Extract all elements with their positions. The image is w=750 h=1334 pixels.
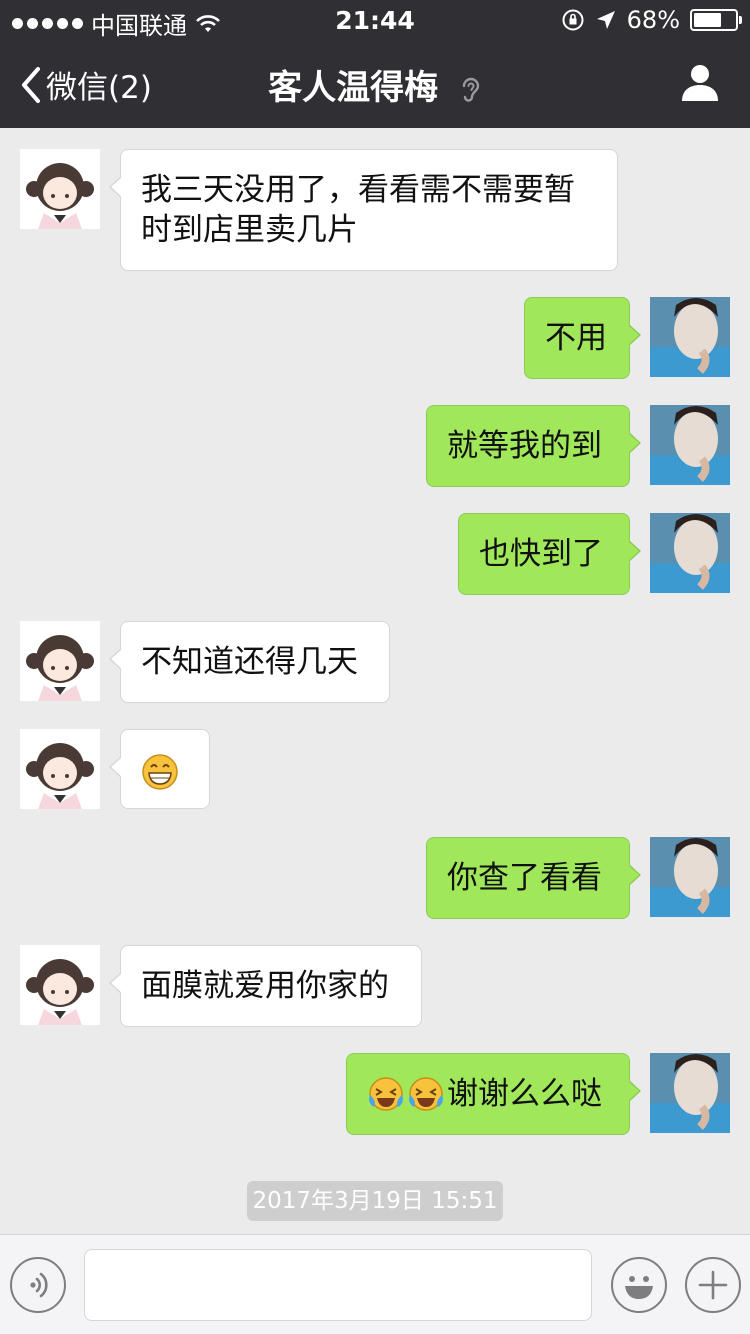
status-bar: 中国联通 21:44 68% <box>0 0 750 40</box>
location-arrow-icon <box>596 11 615 29</box>
contact-avatar[interactable] <box>20 149 100 229</box>
orientation-lock-icon <box>562 9 584 31</box>
message-text: 谢谢么么哒 <box>447 1076 602 1112</box>
plus-icon <box>698 1270 728 1300</box>
message-bubble[interactable]: 面膜就爱用你家的 <box>109 945 422 1027</box>
ear-icon <box>462 77 480 102</box>
more-button[interactable] <box>685 1257 741 1313</box>
message-text: 面膜就爱用你家的 <box>141 968 389 1004</box>
contact-name: 客人温得梅 <box>268 68 439 108</box>
self-avatar[interactable] <box>650 837 730 917</box>
emoji-button[interactable] <box>611 1257 667 1313</box>
voice-icon <box>30 1272 48 1298</box>
message-input[interactable] <box>84 1249 592 1321</box>
crying-laughing-face-icon <box>369 1077 403 1111</box>
timestamp-label: 2017年3月19日 15:51 <box>247 1181 503 1221</box>
top-bar: 中国联通 21:44 68% 微信(2) 客人温得梅 <box>0 0 750 128</box>
contact-avatar[interactable] <box>20 945 100 1025</box>
message-bubble[interactable]: 你查了看看 <box>426 837 641 919</box>
voice-button[interactable] <box>10 1257 66 1313</box>
message-text: 不知道还得几天 <box>141 644 358 680</box>
message-text: 也快到了 <box>479 536 603 572</box>
self-avatar[interactable] <box>650 405 730 485</box>
message-bubble[interactable]: 也快到了 <box>458 513 641 595</box>
message-text: 你查了看看 <box>447 860 602 896</box>
emoji-icon <box>625 1276 653 1299</box>
message-text: 就等我的到 <box>447 428 602 464</box>
message-bubble[interactable]: 谢谢么么哒 <box>346 1053 641 1135</box>
self-avatar[interactable] <box>650 513 730 593</box>
profile-icon[interactable] <box>680 62 720 102</box>
chat-title: 客人温得梅 <box>0 60 750 109</box>
contact-avatar[interactable] <box>20 621 100 701</box>
input-bar <box>0 1234 750 1334</box>
contact-avatar[interactable] <box>20 729 100 809</box>
message-text: 不用 <box>545 320 607 356</box>
message-bubble[interactable]: 不知道还得几天 <box>109 621 390 703</box>
chat-area[interactable]: 我三天没用了，看看需不需要暂时到店里卖几片 不用 就等我的到 也快到了 不知道还… <box>0 128 750 1234</box>
battery-icon <box>690 9 742 31</box>
message-bubble[interactable] <box>109 729 210 809</box>
self-avatar[interactable] <box>650 297 730 377</box>
message-bubble[interactable]: 就等我的到 <box>426 405 641 487</box>
grinning-face-icon <box>142 753 178 790</box>
message-bubble[interactable]: 不用 <box>524 297 641 379</box>
message-bubble[interactable]: 我三天没用了，看看需不需要暂时到店里卖几片 <box>109 149 618 271</box>
battery-percent: 68% <box>626 6 680 34</box>
crying-laughing-face-icon <box>409 1077 443 1111</box>
self-avatar[interactable] <box>650 1053 730 1133</box>
navigation-bar: 微信(2) 客人温得梅 <box>0 40 750 128</box>
message-text: 我三天没用了，看看需不需要暂时到店里卖几片 <box>141 172 575 248</box>
